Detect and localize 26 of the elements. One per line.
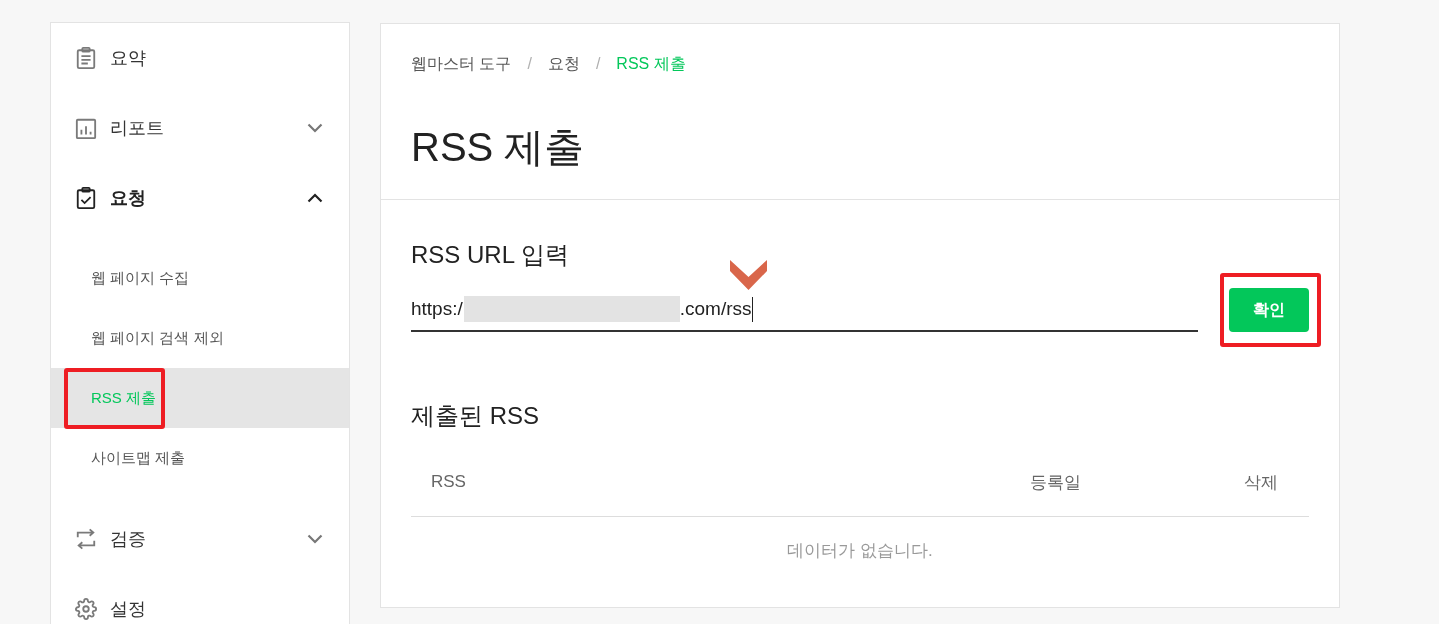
settings-icon bbox=[75, 597, 97, 621]
empty-message: 데이터가 없습니다. bbox=[787, 539, 933, 562]
nav-item[interactable]: 검증 bbox=[51, 504, 349, 574]
swap-arrows-icon bbox=[75, 527, 97, 551]
breadcrumb-link[interactable]: 요청 bbox=[547, 52, 580, 76]
clipboard-check-icon bbox=[75, 186, 97, 210]
column-header: 등록일 bbox=[1029, 471, 1081, 494]
nav-item[interactable]: 설정 bbox=[51, 574, 349, 624]
breadcrumb-separator: / bbox=[527, 54, 532, 74]
section-heading: 제출된 RSS bbox=[411, 401, 539, 431]
clipboard-list-icon bbox=[75, 46, 97, 70]
nav-item[interactable]: 요약 bbox=[51, 23, 349, 93]
page-title: RSS 제출 bbox=[411, 124, 585, 171]
breadcrumb-link[interactable]: 웹마스터 도구 bbox=[411, 52, 512, 76]
breadcrumb-current: RSS 제출 bbox=[616, 54, 686, 74]
nav-item[interactable]: 요청 bbox=[51, 163, 349, 233]
breadcrumb-separator: / bbox=[595, 54, 601, 74]
sub-nav-item[interactable]: 사이트맵 제출 bbox=[51, 428, 349, 488]
bar-chart-icon bbox=[75, 116, 97, 140]
sub-nav-item[interactable]: 웹 페이지 수집 bbox=[51, 248, 349, 308]
section-heading: RSS URL 입력 bbox=[411, 240, 569, 270]
column-header: RSS bbox=[431, 472, 466, 492]
url-input-field[interactable]: https:/ .com/rss bbox=[411, 288, 1198, 332]
sub-nav-item[interactable]: 웹 페이지 검색 제외 bbox=[51, 308, 349, 368]
nav-item[interactable]: 리포트 bbox=[51, 93, 349, 163]
column-header: 삭제 bbox=[1244, 471, 1278, 494]
